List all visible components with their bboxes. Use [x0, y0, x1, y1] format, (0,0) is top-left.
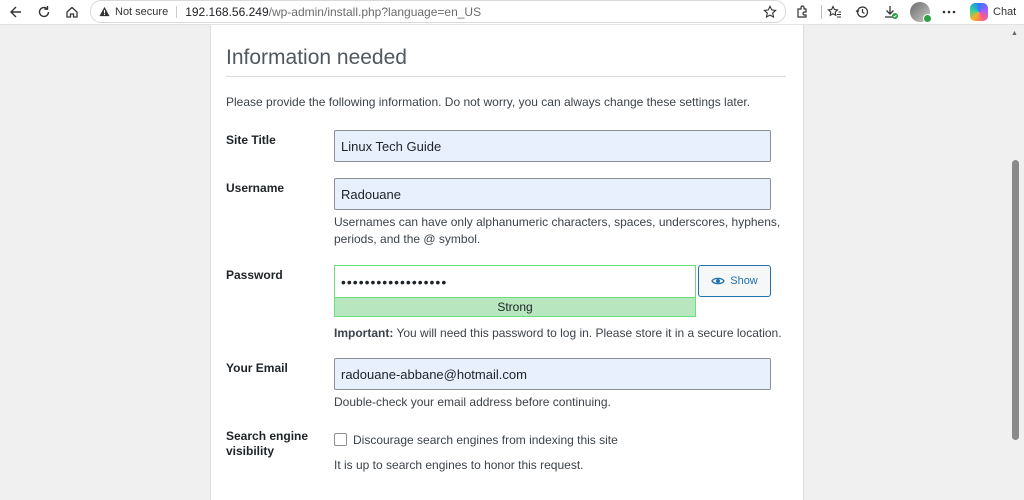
email-label: Your Email — [226, 361, 288, 375]
profile-status-dot — [923, 14, 932, 23]
username-hint-line2: periods, and the @ symbol. — [334, 232, 481, 246]
heading-divider — [226, 76, 786, 77]
address-divider — [176, 5, 178, 18]
home-icon[interactable] — [62, 2, 82, 22]
password-value: •••••••••••••••••• — [341, 273, 448, 290]
eye-icon — [711, 276, 725, 286]
username-hint-line1: Usernames can have only alphanumeric cha… — [334, 215, 781, 229]
site-title-label: Site Title — [226, 133, 276, 147]
show-password-button[interactable]: Show — [698, 265, 771, 297]
password-label: Password — [226, 268, 283, 282]
browser-toolbar: Not secure 192.168.56.249/wp-admin/insta… — [0, 0, 1024, 25]
extensions-icon[interactable] — [792, 2, 812, 22]
password-strength-indicator: Strong — [334, 297, 696, 317]
site-title-input[interactable]: Linux Tech Guide — [334, 130, 771, 162]
important-prefix: Important: — [334, 326, 394, 340]
discourage-search-checkbox[interactable] — [334, 433, 347, 446]
search-visibility-label-line1: Search engine — [226, 429, 309, 443]
address-bar[interactable]: Not secure 192.168.56.249/wp-admin/insta… — [90, 0, 786, 23]
intro-text: Please provide the following information… — [226, 95, 751, 109]
copilot-chat-button[interactable]: Chat — [970, 2, 1016, 22]
show-password-label: Show — [730, 275, 758, 287]
discourage-search-label[interactable]: Discourage search engines from indexing … — [353, 433, 618, 447]
warning-icon[interactable] — [97, 5, 111, 19]
back-arrow-icon[interactable] — [6, 2, 26, 22]
favorite-star-icon[interactable] — [761, 3, 779, 21]
email-hint: Double-check your email address before c… — [334, 395, 611, 409]
page-title: Information needed — [226, 46, 407, 69]
username-value: Radouane — [341, 186, 401, 202]
email-input[interactable]: radouane-abbane@hotmail.com — [334, 358, 771, 390]
favorites-icon[interactable] — [824, 2, 844, 22]
security-label[interactable]: Not secure — [115, 6, 168, 18]
more-options-icon[interactable] — [939, 2, 959, 22]
history-icon[interactable] — [852, 2, 872, 22]
password-important-note: Important: You will need this password t… — [334, 325, 782, 342]
refresh-icon[interactable] — [34, 2, 54, 22]
chat-label: Chat — [993, 6, 1017, 18]
scrollbar-thumb[interactable] — [1012, 160, 1019, 440]
password-input[interactable]: •••••••••••••••••• — [334, 265, 696, 297]
email-value: radouane-abbane@hotmail.com — [341, 366, 527, 382]
url-path: /wp-admin/install.php?language=en_US — [268, 4, 482, 19]
search-visibility-label-line2: visibility — [226, 444, 275, 458]
important-text: You will need this password to log in. P… — [393, 326, 782, 340]
downloads-icon[interactable] — [881, 2, 901, 22]
search-visibility-hint: It is up to search engines to honor this… — [334, 458, 584, 472]
scroll-up-arrow-icon[interactable]: ▲ — [1011, 30, 1018, 37]
username-input[interactable]: Radouane — [334, 178, 771, 210]
copilot-icon — [970, 3, 988, 21]
site-title-value: Linux Tech Guide — [341, 138, 442, 154]
url-host: 192.168.56.249 — [185, 4, 269, 19]
username-label: Username — [226, 181, 285, 195]
